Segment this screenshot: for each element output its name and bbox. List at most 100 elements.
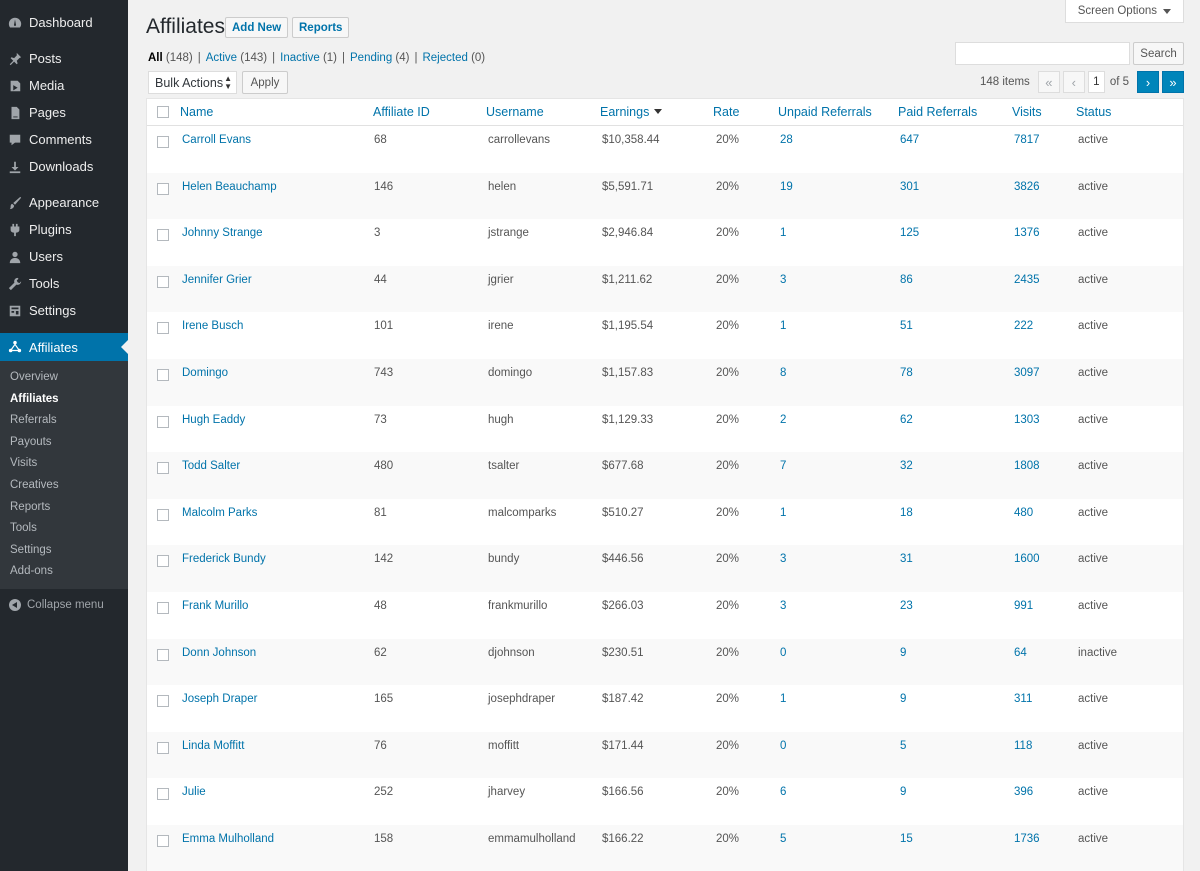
- filter-all[interactable]: All: [148, 52, 163, 64]
- reports-button[interactable]: Reports: [292, 17, 350, 38]
- column-header-name[interactable]: Name: [180, 105, 213, 119]
- cell-unpaid-referrals[interactable]: 1: [780, 693, 786, 705]
- sidebar-item-comments[interactable]: Comments: [0, 126, 128, 153]
- cell-name[interactable]: Frederick Bundy: [182, 553, 266, 565]
- cell-visits[interactable]: 991: [1014, 600, 1033, 612]
- cell-name[interactable]: Malcolm Parks: [182, 507, 257, 519]
- cell-unpaid-referrals[interactable]: 1: [780, 507, 786, 519]
- cell-unpaid-referrals[interactable]: 19: [780, 181, 793, 193]
- cell-name[interactable]: Johnny Strange: [182, 227, 263, 239]
- cell-visits[interactable]: 64: [1014, 647, 1027, 659]
- column-header-status[interactable]: Status: [1076, 105, 1111, 119]
- submenu-item-reports[interactable]: Reports: [0, 497, 128, 519]
- cell-unpaid-referrals[interactable]: 7: [780, 460, 786, 472]
- last-page-button[interactable]: »: [1162, 71, 1184, 93]
- apply-button[interactable]: Apply: [242, 71, 288, 94]
- row-checkbox[interactable]: [157, 275, 169, 288]
- cell-visits[interactable]: 1303: [1014, 414, 1040, 426]
- cell-paid-referrals[interactable]: 78: [900, 367, 913, 379]
- cell-name[interactable]: Todd Salter: [182, 460, 240, 472]
- sidebar-item-settings[interactable]: Settings: [0, 297, 128, 324]
- column-header-rate[interactable]: Rate: [713, 105, 739, 119]
- cell-name[interactable]: Emma Mulholland: [182, 833, 274, 845]
- submenu-item-overview[interactable]: Overview: [0, 367, 128, 389]
- sidebar-item-tools[interactable]: Tools: [0, 270, 128, 297]
- cell-unpaid-referrals[interactable]: 5: [780, 833, 786, 845]
- bulk-actions-select[interactable]: Bulk Actions ▲ ▼: [148, 71, 237, 94]
- column-header-earnings[interactable]: Earnings: [600, 105, 663, 119]
- select-all-checkbox[interactable]: [157, 106, 169, 118]
- column-header-unpaid-referrals[interactable]: Unpaid Referrals: [778, 105, 872, 119]
- column-header-affiliate-id[interactable]: Affiliate ID: [373, 105, 430, 119]
- sidebar-item-media[interactable]: Media: [0, 72, 128, 99]
- cell-unpaid-referrals[interactable]: 2: [780, 414, 786, 426]
- cell-unpaid-referrals[interactable]: 1: [780, 227, 786, 239]
- cell-visits[interactable]: 1808: [1014, 460, 1040, 472]
- row-checkbox[interactable]: [157, 741, 169, 754]
- row-checkbox[interactable]: [157, 182, 169, 195]
- cell-visits[interactable]: 222: [1014, 320, 1033, 332]
- cell-unpaid-referrals[interactable]: 1: [780, 320, 786, 332]
- row-checkbox[interactable]: [157, 415, 169, 428]
- row-checkbox[interactable]: [157, 788, 169, 801]
- cell-unpaid-referrals[interactable]: 3: [780, 600, 786, 612]
- sidebar-item-dashboard[interactable]: Dashboard: [0, 9, 128, 36]
- search-button[interactable]: Search: [1133, 42, 1184, 65]
- cell-name[interactable]: Hugh Eaddy: [182, 414, 245, 426]
- cell-name[interactable]: Donn Johnson: [182, 647, 256, 659]
- submenu-item-creatives[interactable]: Creatives: [0, 475, 128, 497]
- sidebar-item-appearance[interactable]: Appearance: [0, 189, 128, 216]
- screen-options-button[interactable]: Screen Options: [1064, 0, 1184, 23]
- sidebar-item-posts[interactable]: Posts: [0, 45, 128, 72]
- cell-name[interactable]: Helen Beauchamp: [182, 181, 277, 193]
- next-page-button[interactable]: ›: [1137, 71, 1159, 93]
- cell-visits[interactable]: 480: [1014, 507, 1033, 519]
- cell-unpaid-referrals[interactable]: 8: [780, 367, 786, 379]
- sidebar-item-downloads[interactable]: Downloads: [0, 153, 128, 180]
- cell-paid-referrals[interactable]: 51: [900, 320, 913, 332]
- row-checkbox[interactable]: [157, 322, 169, 335]
- cell-name[interactable]: Joseph Draper: [182, 693, 257, 705]
- cell-name[interactable]: Carroll Evans: [182, 134, 251, 146]
- cell-visits[interactable]: 1376: [1014, 227, 1040, 239]
- submenu-item-affiliates[interactable]: Affiliates: [0, 389, 128, 411]
- cell-paid-referrals[interactable]: 23: [900, 600, 913, 612]
- cell-visits[interactable]: 311: [1014, 693, 1032, 705]
- column-header-username[interactable]: Username: [486, 105, 544, 119]
- cell-paid-referrals[interactable]: 9: [900, 786, 906, 798]
- cell-unpaid-referrals[interactable]: 6: [780, 786, 786, 798]
- filter-active[interactable]: Active: [206, 52, 237, 64]
- submenu-item-add-ons[interactable]: Add-ons: [0, 561, 128, 583]
- cell-name[interactable]: Julie: [182, 786, 206, 798]
- row-checkbox[interactable]: [157, 648, 169, 661]
- cell-paid-referrals[interactable]: 125: [900, 227, 919, 239]
- cell-paid-referrals[interactable]: 31: [900, 553, 913, 565]
- cell-paid-referrals[interactable]: 647: [900, 134, 919, 146]
- cell-unpaid-referrals[interactable]: 0: [780, 647, 786, 659]
- cell-visits[interactable]: 7817: [1014, 134, 1040, 146]
- submenu-item-visits[interactable]: Visits: [0, 453, 128, 475]
- cell-name[interactable]: Irene Busch: [182, 320, 243, 332]
- column-header-visits[interactable]: Visits: [1012, 105, 1042, 119]
- filter-pending[interactable]: Pending: [350, 52, 392, 64]
- cell-paid-referrals[interactable]: 9: [900, 647, 906, 659]
- cell-name[interactable]: Jennifer Grier: [182, 274, 252, 286]
- row-checkbox[interactable]: [157, 695, 169, 708]
- cell-paid-referrals[interactable]: 86: [900, 274, 913, 286]
- submenu-item-payouts[interactable]: Payouts: [0, 432, 128, 454]
- sidebar-item-plugins[interactable]: Plugins: [0, 216, 128, 243]
- cell-unpaid-referrals[interactable]: 0: [780, 740, 786, 752]
- filter-inactive[interactable]: Inactive: [280, 52, 320, 64]
- row-checkbox[interactable]: [157, 136, 169, 148]
- sidebar-item-pages[interactable]: Pages: [0, 99, 128, 126]
- submenu-item-tools[interactable]: Tools: [0, 518, 128, 540]
- submenu-item-settings[interactable]: Settings: [0, 540, 128, 562]
- collapse-menu-button[interactable]: Collapse menu: [0, 589, 128, 621]
- row-checkbox[interactable]: [157, 555, 169, 568]
- submenu-item-referrals[interactable]: Referrals: [0, 410, 128, 432]
- row-checkbox[interactable]: [157, 368, 169, 381]
- filter-rejected[interactable]: Rejected: [422, 52, 467, 64]
- cell-paid-referrals[interactable]: 15: [900, 833, 913, 845]
- current-page-input[interactable]: 1: [1087, 71, 1105, 93]
- cell-paid-referrals[interactable]: 32: [900, 460, 913, 472]
